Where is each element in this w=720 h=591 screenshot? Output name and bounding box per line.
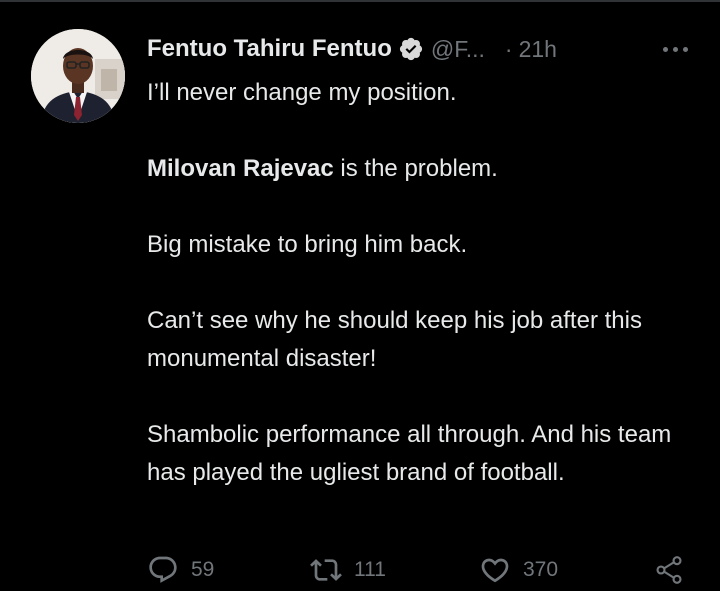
reply-count: 59: [191, 558, 215, 581]
author-display-name[interactable]: Fentuo Tahiru Fentuo: [147, 35, 392, 63]
tweet-paragraph: Shambolic performance all through. And h…: [147, 421, 672, 486]
retweet-count: 111: [354, 558, 386, 581]
tweet-header: Fentuo Tahiru Fentuo @F... · 21h: [147, 32, 692, 66]
tweet-paragraph: Can’t see why he should keep his job aft…: [147, 307, 642, 372]
verified-badge-icon: [398, 36, 424, 62]
tweet-actions: 59 111 370: [147, 552, 692, 588]
like-button[interactable]: 370: [479, 552, 558, 588]
author-avatar[interactable]: [31, 29, 125, 123]
more-dot: [672, 46, 678, 52]
time-separator: ·: [504, 35, 513, 62]
more-dot: [682, 46, 688, 52]
more-dot: [662, 46, 668, 52]
more-horizontal-icon[interactable]: [658, 38, 692, 60]
reply-icon: [149, 556, 177, 583]
tweet-paragraph: Milovan Rajevac is the problem.: [147, 150, 692, 188]
reply-button[interactable]: 59: [147, 552, 214, 588]
tweet-timestamp[interactable]: 21h: [519, 36, 557, 63]
heart-icon: [481, 558, 509, 583]
tweet-paragraph: Big mistake to bring him back.: [147, 231, 468, 258]
retweet-icon: [310, 559, 342, 581]
like-count: 370: [523, 558, 559, 581]
tweet-paragraph: I’ll never change my position.: [147, 79, 457, 106]
share-button[interactable]: [653, 552, 685, 588]
retweet-button[interactable]: 111: [310, 552, 386, 588]
mentioned-name: Milovan Rajevac: [147, 155, 334, 182]
top-divider: [0, 0, 720, 2]
avatar-image: [31, 29, 125, 123]
tweet-paragraph-text: is the problem.: [333, 155, 498, 182]
share-icon: [656, 556, 682, 584]
author-handle[interactable]: @F...: [431, 36, 485, 63]
tweet-text: I’ll never change my position. Milovan R…: [147, 74, 692, 530]
